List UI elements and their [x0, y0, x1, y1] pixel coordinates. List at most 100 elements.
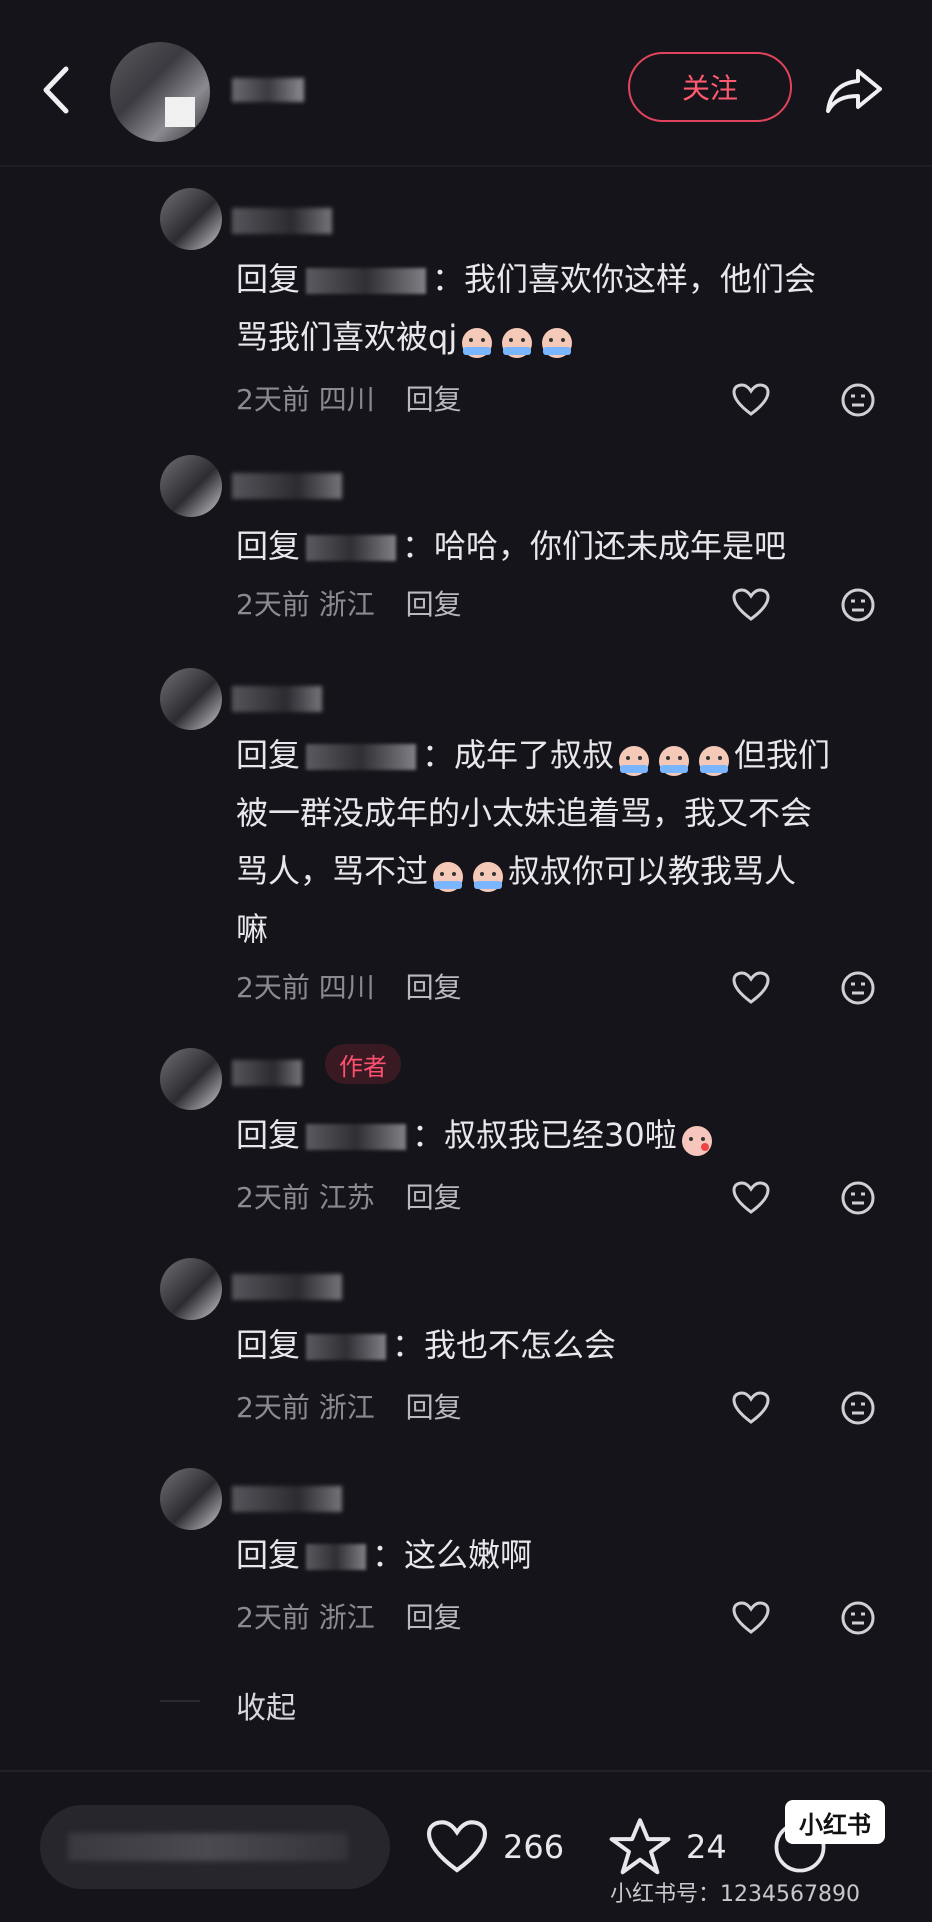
commenter-name[interactable]	[232, 1274, 342, 1300]
like-button[interactable]	[731, 1388, 771, 1428]
reply-button[interactable]: 回复	[406, 383, 462, 416]
heart-icon	[732, 1391, 770, 1424]
comment-line: 我们喜欢你这样，他们会	[464, 260, 817, 298]
comment-location: 浙江	[318, 1601, 375, 1634]
comment-line: 但我们	[734, 736, 831, 774]
reply-button[interactable]: 回复	[406, 1391, 462, 1424]
heart-icon	[732, 1601, 770, 1634]
commenter-name[interactable]	[232, 208, 332, 234]
commenter-name[interactable]	[232, 686, 322, 712]
commenter-name[interactable]	[232, 1486, 342, 1512]
comment-input[interactable]	[40, 1805, 390, 1889]
neutral-face-icon	[841, 1391, 875, 1425]
masked-username[interactable]	[306, 535, 397, 561]
comment-text: 回复 ：我们喜欢你这样，他们会 骂我们喜欢被qj	[236, 260, 817, 358]
comment-meta: 2天前 浙江 回复	[236, 1388, 462, 1428]
comment-meta: 2天前 四川 回复	[236, 380, 462, 420]
follow-button[interactable]: 关注	[628, 52, 792, 122]
comment-line: 叔叔我已经30啦	[444, 1116, 677, 1154]
crying-emoji-icon	[616, 739, 652, 776]
reply-prefix: 回复	[236, 527, 301, 565]
comment-line: 叔叔你可以教我骂人	[508, 852, 797, 890]
comment-line: 我也不怎么会	[424, 1326, 617, 1364]
crying-emoji-icon	[459, 321, 495, 358]
author-badge: 作者	[325, 1044, 401, 1084]
comment-text: 回复 ：我也不怎么会	[236, 1326, 617, 1364]
avatar[interactable]	[160, 1048, 222, 1110]
like-button[interactable]	[731, 1178, 771, 1218]
avatar[interactable]	[160, 455, 222, 517]
dislike-button[interactable]	[838, 380, 878, 420]
reply-prefix: 回复	[236, 1536, 301, 1574]
comment-text: 回复 ：叔叔我已经30啦	[236, 1106, 876, 1164]
masked-username[interactable]	[306, 744, 417, 770]
share-button[interactable]	[822, 58, 886, 122]
comment-text: 回复 ：哈哈，你们还未成年是吧	[236, 527, 787, 565]
masked-username[interactable]	[306, 1124, 407, 1150]
comment-time: 2天前	[236, 1391, 310, 1424]
avatar[interactable]	[160, 668, 222, 730]
like-button[interactable]	[731, 968, 771, 1008]
comment-line: 哈哈，你们还未成年是吧	[434, 527, 787, 565]
like-button[interactable]	[731, 1598, 771, 1638]
heart-icon	[426, 1820, 488, 1873]
reply-prefix: 回复	[236, 736, 301, 774]
top-bar: 关注	[0, 0, 932, 167]
avatar[interactable]	[160, 188, 222, 250]
comment-line: 成年了叔叔	[454, 736, 615, 774]
neutral-face-icon	[841, 588, 875, 622]
comment-line: 嘛	[236, 910, 269, 948]
avatar[interactable]	[160, 1468, 222, 1530]
crying-emoji-icon	[696, 739, 732, 776]
author-avatar[interactable]	[110, 42, 210, 142]
collapse-button[interactable]: 收起	[236, 1683, 296, 1727]
reply-button[interactable]: 回复	[406, 971, 462, 1004]
neutral-face-icon	[841, 383, 875, 417]
dislike-button[interactable]	[838, 1178, 878, 1218]
collect-count: 24	[686, 1828, 727, 1866]
comment-text: 回复 ：这么嫩啊	[236, 1536, 533, 1574]
reply-prefix: 回复	[236, 1326, 301, 1364]
comment-time: 2天前	[236, 1181, 310, 1214]
chevron-left-icon	[43, 66, 69, 114]
comment-line: 骂我们喜欢被qj	[236, 318, 458, 356]
avatar[interactable]	[160, 1258, 222, 1320]
dislike-button[interactable]	[838, 585, 878, 625]
neutral-face-icon	[841, 971, 875, 1005]
comment-line: 骂人，骂不过	[236, 852, 429, 890]
author-name[interactable]	[232, 78, 304, 102]
comment-time: 2天前	[236, 1601, 310, 1634]
crying-emoji-icon	[539, 321, 575, 358]
like-button[interactable]	[731, 380, 771, 420]
comment-time: 2天前	[236, 383, 310, 416]
reply-button[interactable]: 回复	[406, 1601, 462, 1634]
dislike-button[interactable]	[838, 1388, 878, 1428]
neutral-face-icon	[841, 1181, 875, 1215]
xiaohongshu-logo: 小红书	[785, 1800, 885, 1844]
heart-icon	[732, 971, 770, 1004]
masked-username[interactable]	[306, 268, 427, 294]
crying-emoji-icon	[656, 739, 692, 776]
share-arrow-icon	[826, 69, 882, 113]
like-button[interactable]	[731, 585, 771, 625]
dislike-button[interactable]	[838, 1598, 878, 1638]
collect-stat[interactable]: 24	[608, 1812, 727, 1882]
comment-location: 四川	[318, 971, 375, 1004]
commenter-name[interactable]	[232, 1060, 302, 1086]
dislike-button[interactable]	[838, 968, 878, 1008]
back-button[interactable]	[30, 55, 80, 125]
comment-meta: 2天前 浙江 回复	[236, 585, 462, 625]
like-stat[interactable]: 266	[425, 1812, 564, 1882]
comment-meta: 2天前 四川 回复	[236, 968, 462, 1008]
commenter-name[interactable]	[232, 473, 342, 499]
crying-emoji-icon	[430, 855, 466, 892]
masked-username[interactable]	[306, 1334, 387, 1360]
comment-location: 浙江	[318, 1391, 375, 1424]
comment-location: 江苏	[318, 1181, 375, 1214]
comment-meta: 2天前 浙江 回复	[236, 1598, 462, 1638]
masked-username[interactable]	[306, 1544, 367, 1570]
reply-prefix: 回复	[236, 260, 301, 298]
reply-button[interactable]: 回复	[406, 588, 462, 621]
watermark-text: 小红书号：1234567890	[610, 1882, 860, 1907]
reply-button[interactable]: 回复	[406, 1181, 462, 1214]
